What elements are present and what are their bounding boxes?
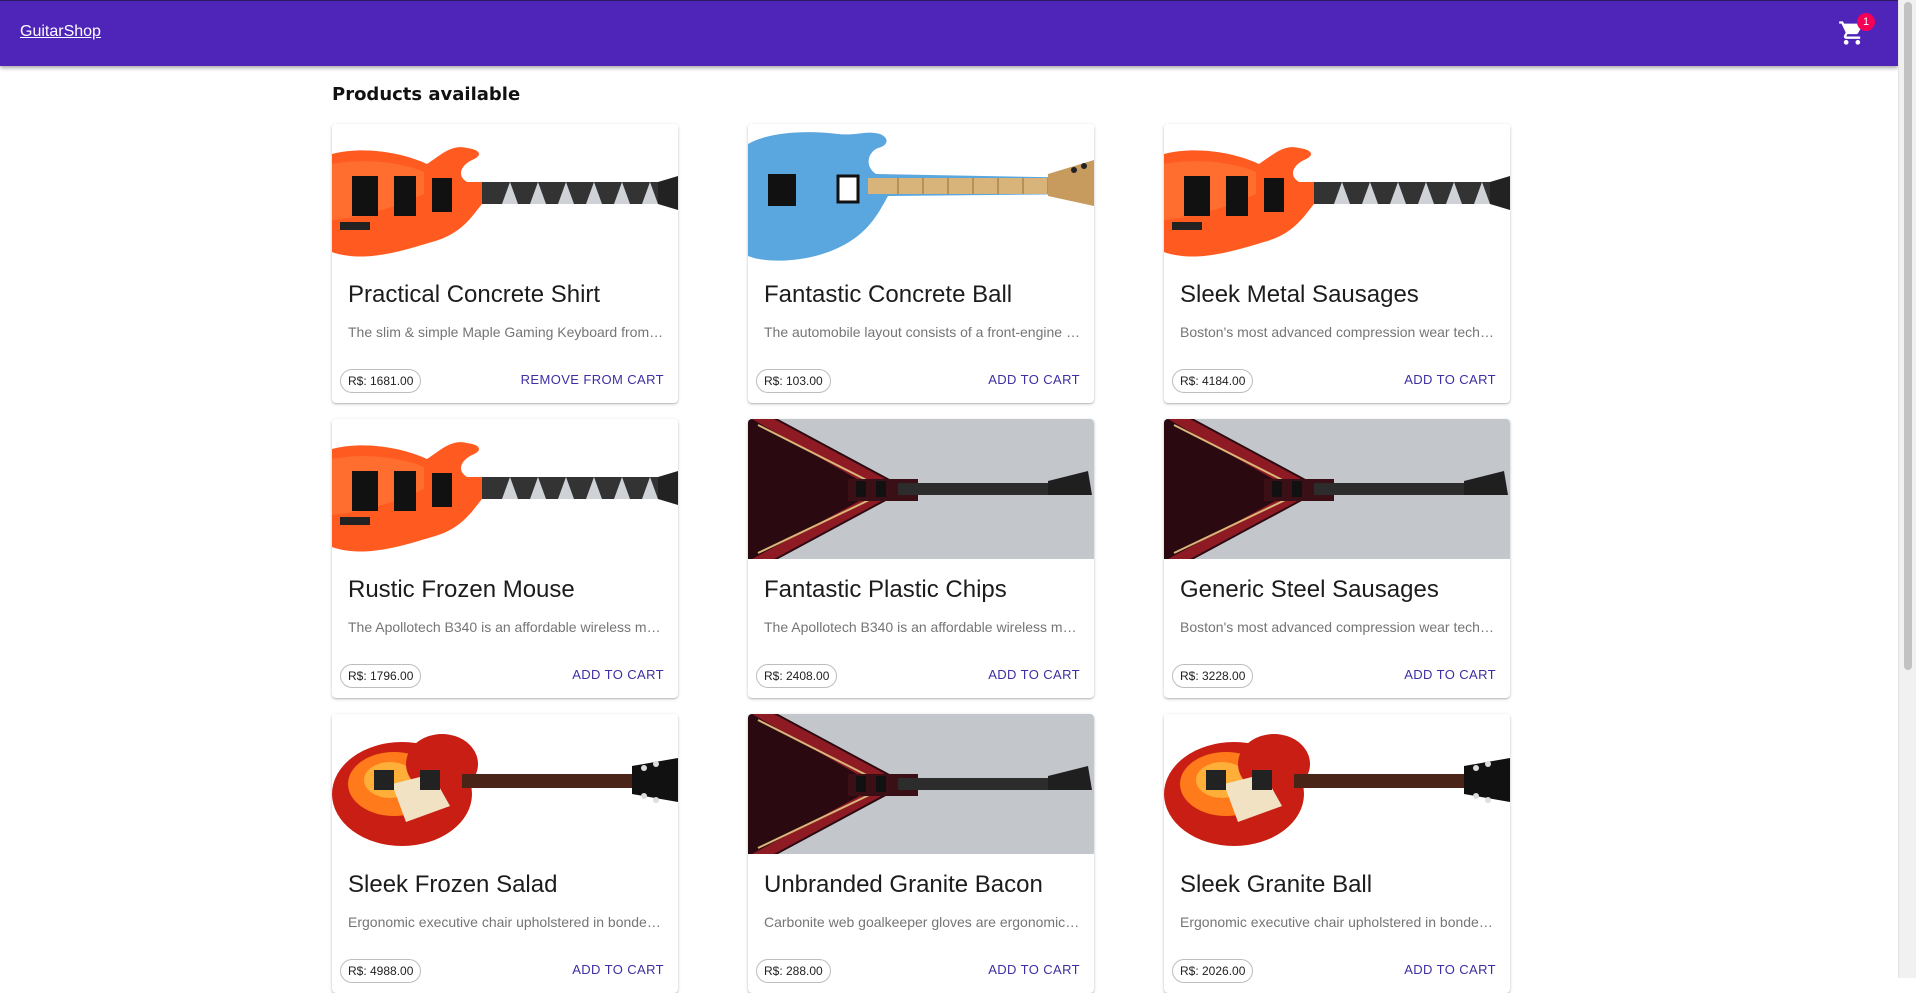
product-name: Fantastic Concrete Ball <box>764 281 1013 308</box>
add-to-cart-button[interactable]: ADD TO CART <box>572 962 664 977</box>
product-name: Sleek Granite Ball <box>1180 871 1373 898</box>
brand-link[interactable]: GuitarShop <box>20 23 101 41</box>
product-image <box>332 419 678 559</box>
product-card: Sleek Metal Sausages Boston's most advan… <box>1164 124 1510 403</box>
price-chip: R$: 4988.00 <box>340 959 422 983</box>
product-card: Generic Steel Sausages Boston's most adv… <box>1164 419 1510 698</box>
product-name: Sleek Frozen Salad <box>348 871 558 898</box>
add-to-cart-button[interactable]: ADD TO CART <box>1404 962 1496 977</box>
product-description: The automobile layout consists of a fron… <box>764 324 1080 340</box>
product-image <box>748 124 1094 264</box>
price-chip: R$: 1796.00 <box>340 664 422 688</box>
product-card: Sleek Granite Ball Ergonomic executive c… <box>1164 714 1510 993</box>
add-to-cart-button[interactable]: ADD TO CART <box>988 962 1080 977</box>
add-to-cart-button[interactable]: ADD TO CART <box>572 667 664 682</box>
sunburst-les-paul-guitar-image <box>332 714 678 854</box>
product-description: Carbonite web goalkeeper gloves are ergo… <box>764 914 1080 930</box>
page-scrollbar[interactable] <box>1898 0 1916 978</box>
product-grid: Practical Concrete Shirt The slim & simp… <box>332 124 1510 993</box>
price-chip: R$: 3228.00 <box>1172 664 1254 688</box>
product-image <box>332 714 678 854</box>
orange-superstrat-guitar-image <box>332 419 678 559</box>
add-to-cart-button[interactable]: ADD TO CART <box>988 372 1080 387</box>
price-chip: R$: 1681.00 <box>340 369 422 393</box>
product-image <box>332 124 678 264</box>
sunburst-les-paul-guitar-image <box>1164 714 1510 854</box>
product-description: The slim & simple Maple Gaming Keyboard … <box>348 324 664 340</box>
add-to-cart-button[interactable]: ADD TO CART <box>988 667 1080 682</box>
product-name: Fantastic Plastic Chips <box>764 576 1007 603</box>
product-name: Sleek Metal Sausages <box>1180 281 1419 308</box>
product-description: The Apollotech B340 is an affordable wir… <box>764 619 1080 635</box>
product-card: Rustic Frozen Mouse The Apollotech B340 … <box>332 419 678 698</box>
product-name: Generic Steel Sausages <box>1180 576 1439 603</box>
product-image <box>1164 419 1510 559</box>
product-description: Ergonomic executive chair upholstered in… <box>1180 914 1496 930</box>
cart-count-badge: 1 <box>1857 13 1875 31</box>
product-description: Ergonomic executive chair upholstered in… <box>348 914 664 930</box>
price-chip: R$: 103.00 <box>756 369 831 393</box>
add-to-cart-button[interactable]: ADD TO CART <box>1404 372 1496 387</box>
blue-superstrat-guitar-image <box>748 124 1094 264</box>
price-chip: R$: 4184.00 <box>1172 369 1254 393</box>
product-card: Sleek Frozen Salad Ergonomic executive c… <box>332 714 678 993</box>
product-name: Unbranded Granite Bacon <box>764 871 1043 898</box>
orange-superstrat-guitar-image <box>332 124 678 264</box>
product-description: Boston's most advanced compression wear … <box>1180 619 1496 635</box>
red-flying-v-guitar-image <box>748 714 1094 854</box>
product-description: Boston's most advanced compression wear … <box>1180 324 1496 340</box>
price-chip: R$: 2408.00 <box>756 664 838 688</box>
product-card: Fantastic Concrete Ball The automobile l… <box>748 124 1094 403</box>
product-image <box>748 714 1094 854</box>
price-chip: R$: 2026.00 <box>1172 959 1254 983</box>
remove-from-cart-button[interactable]: REMOVE FROM CART <box>521 372 664 387</box>
product-name: Practical Concrete Shirt <box>348 281 601 308</box>
price-chip: R$: 288.00 <box>756 959 831 983</box>
product-description: The Apollotech B340 is an affordable wir… <box>348 619 664 635</box>
product-card: Unbranded Granite Bacon Carbonite web go… <box>748 714 1094 993</box>
product-card: Practical Concrete Shirt The slim & simp… <box>332 124 678 403</box>
red-flying-v-guitar-image <box>748 419 1094 559</box>
red-flying-v-guitar-image <box>1164 419 1510 559</box>
product-image <box>1164 714 1510 854</box>
scrollbar-thumb[interactable] <box>1904 2 1912 670</box>
app-bar: GuitarShop 1 <box>0 0 1898 66</box>
product-image <box>1164 124 1510 264</box>
product-image <box>748 419 1094 559</box>
orange-superstrat-guitar-image <box>1164 124 1510 264</box>
cart-button[interactable]: 1 <box>1838 13 1875 49</box>
product-card: Fantastic Plastic Chips The Apollotech B… <box>748 419 1094 698</box>
product-name: Rustic Frozen Mouse <box>348 576 575 603</box>
add-to-cart-button[interactable]: ADD TO CART <box>1404 667 1496 682</box>
section-title: Products available <box>332 84 521 105</box>
